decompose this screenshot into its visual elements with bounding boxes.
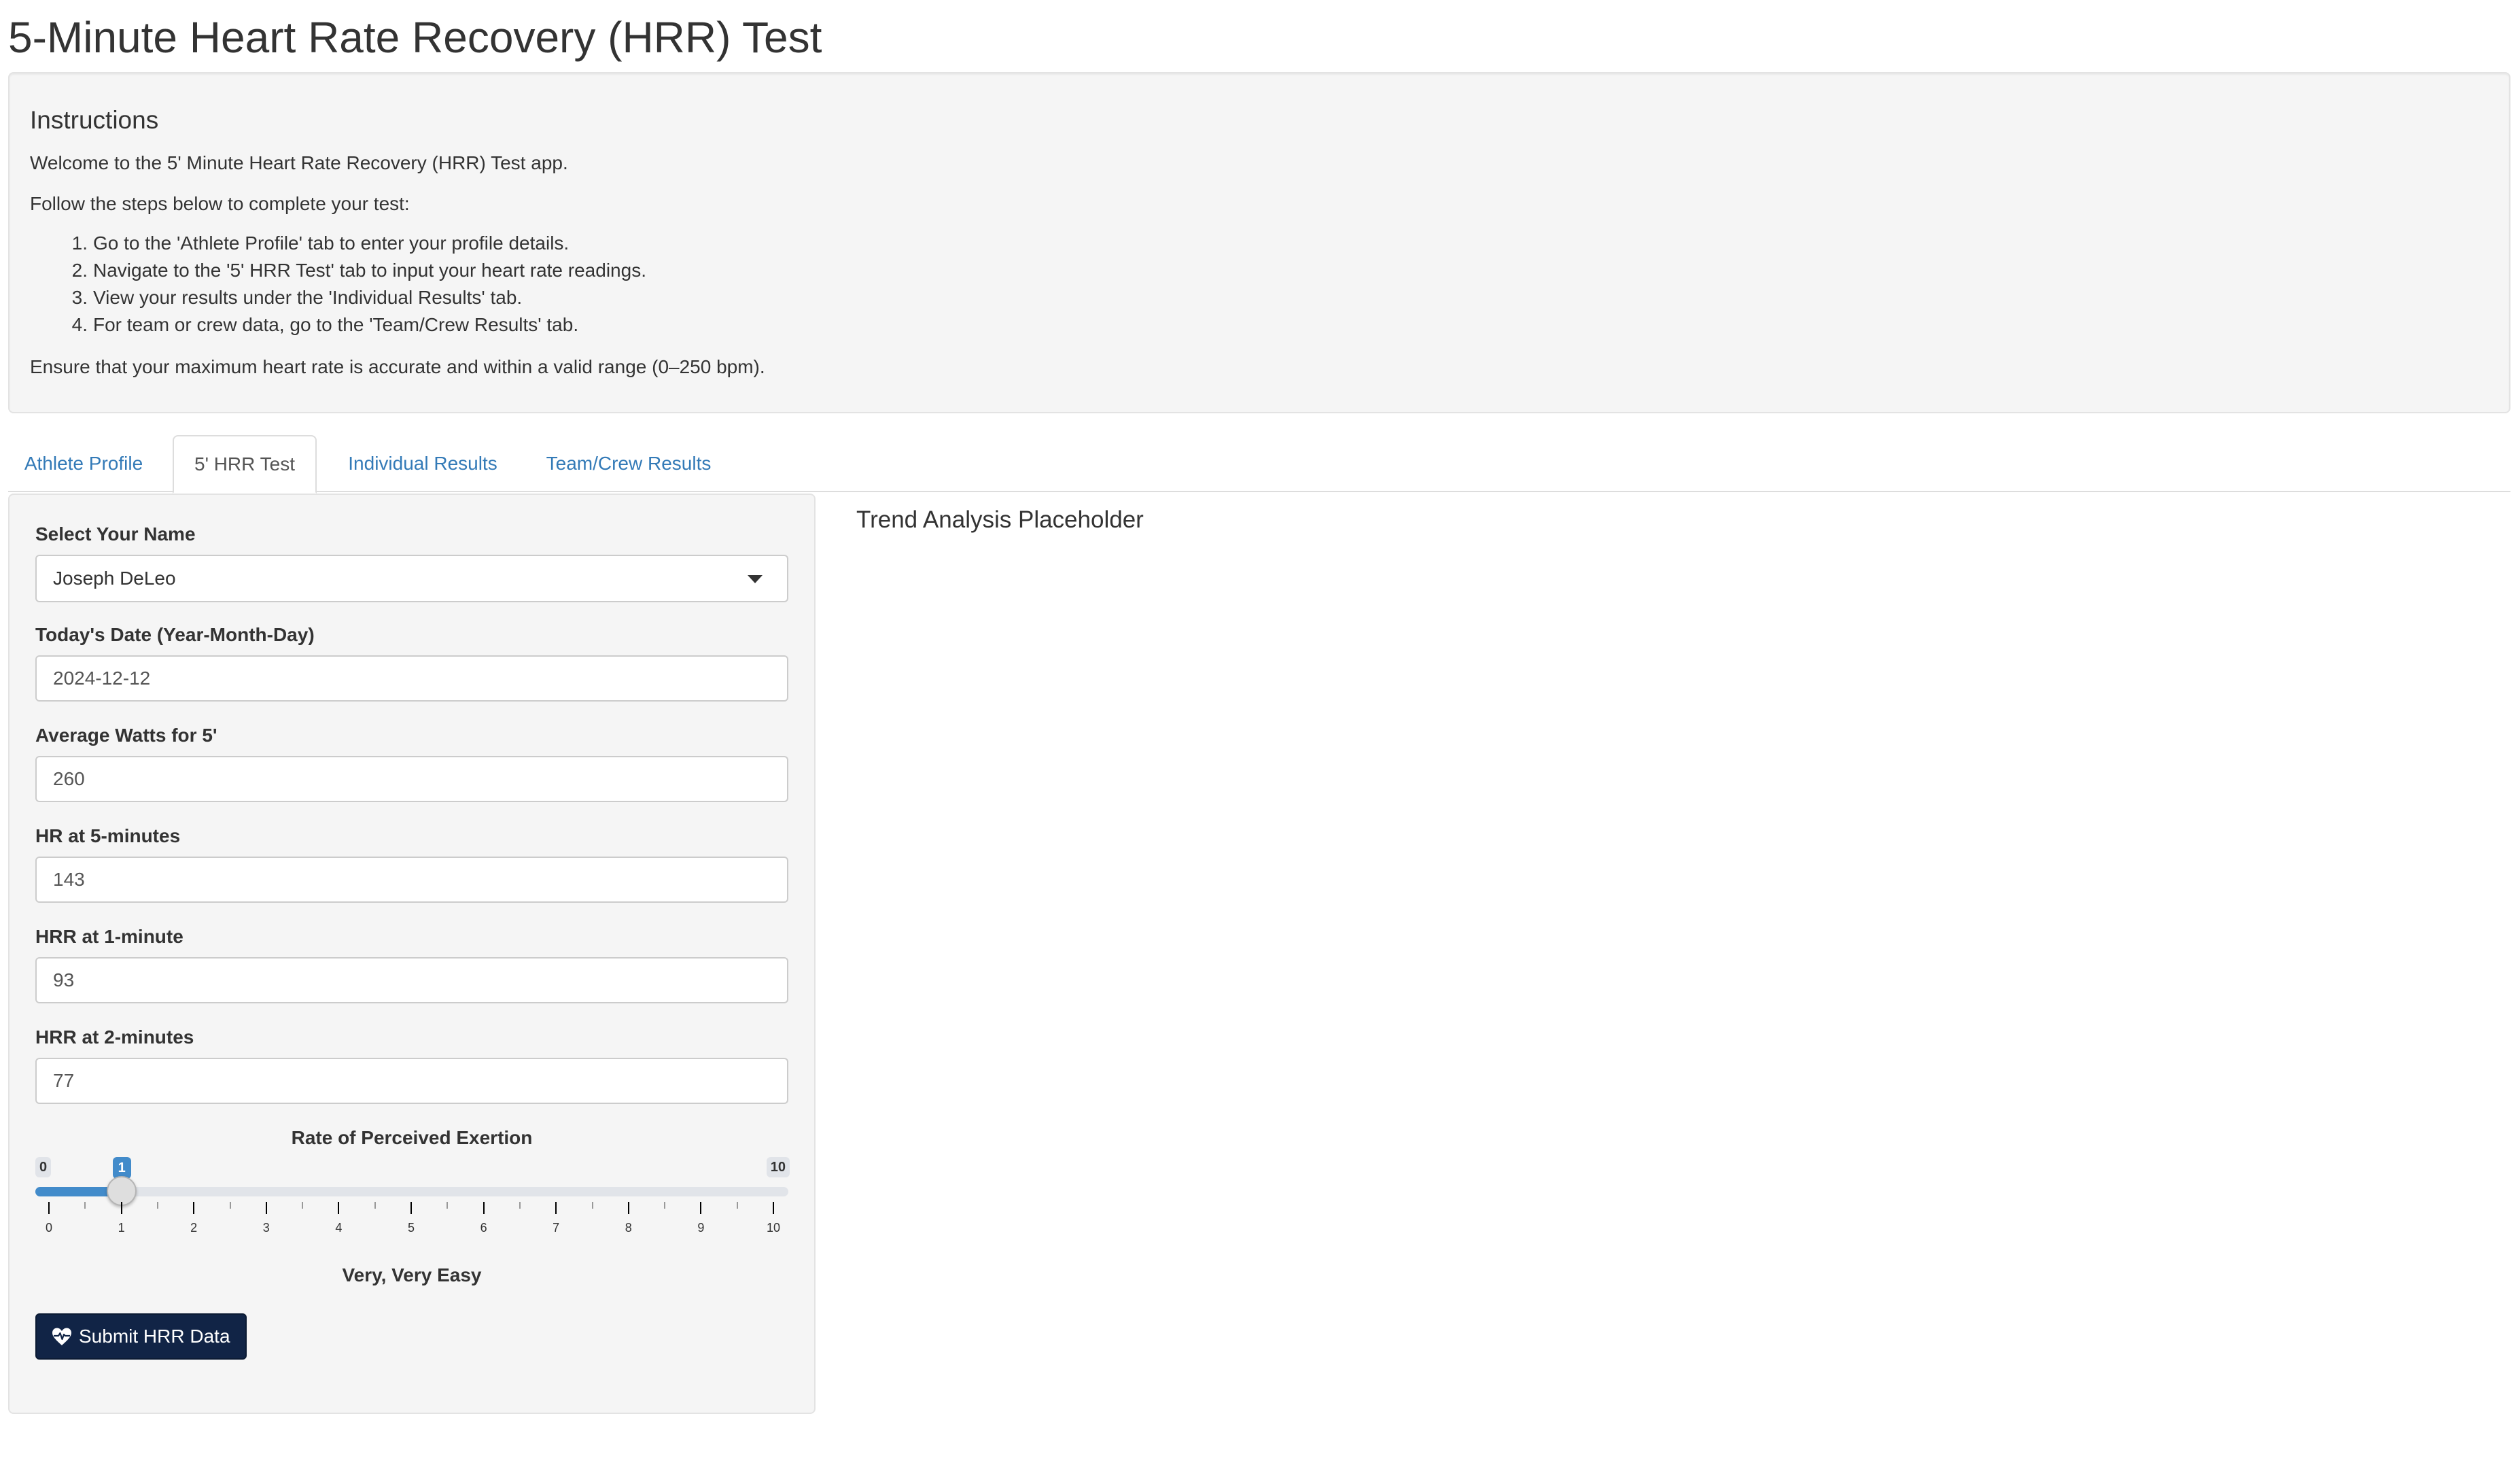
slider-minor-tick	[519, 1202, 521, 1209]
slider-major-tick	[773, 1202, 774, 1214]
instruction-step: 2. Navigate to the '5' HRR Test' tab to i…	[71, 260, 646, 281]
rpe-min-label: 0	[35, 1157, 52, 1177]
page-title: 5-Minute Heart Rate Recovery (HRR) Test	[8, 13, 822, 62]
slider-tick-label: 9	[697, 1221, 705, 1235]
slider-major-tick	[120, 1202, 122, 1214]
tab-hrr-test[interactable]: 5' HRR Test	[173, 435, 317, 494]
instruction-step: 4. For team or crew data, go to the 'Team…	[71, 314, 579, 335]
slider-major-tick	[48, 1202, 50, 1214]
slider-major-tick	[700, 1202, 702, 1214]
slider-major-tick	[483, 1202, 485, 1214]
rpe-slider-track[interactable]	[35, 1187, 788, 1196]
instructions-heading: Instructions	[30, 106, 159, 134]
submit-hrr-button[interactable]: Submit HRR Data	[35, 1313, 247, 1360]
tab-bar: Athlete Profile 5' HRR Test Individual R…	[8, 435, 2510, 494]
trend-analysis-title: Trend Analysis Placeholder	[856, 506, 1144, 533]
slider-major-tick	[193, 1202, 195, 1214]
name-select[interactable]: Joseph DeLeo	[35, 555, 788, 602]
tab-individual-results[interactable]: Individual Results	[330, 435, 515, 492]
slider-minor-tick	[84, 1202, 86, 1209]
instruction-step: 1. Go to the 'Athlete Profile' tab to ent…	[71, 232, 570, 254]
instructions-steps: 1. Go to the 'Athlete Profile' tab to ent…	[30, 230, 646, 339]
instructions-welcome: Welcome to the 5' Minute Heart Rate Reco…	[30, 152, 568, 173]
tab-team-crew-results[interactable]: Team/Crew Results	[531, 435, 726, 492]
slider-tick-label: 3	[262, 1221, 270, 1235]
slider-tick-label: 0	[45, 1221, 52, 1235]
hr5-label: HR at 5-minutes	[35, 825, 181, 846]
hrr1-label: HRR at 1-minute	[35, 926, 183, 947]
hr5-input[interactable]	[35, 857, 788, 903]
chevron-down-icon	[748, 575, 763, 583]
slider-minor-tick	[447, 1202, 449, 1209]
rpe-label: Rate of Perceived Exertion	[291, 1127, 533, 1148]
slider-tick-label: 4	[335, 1221, 343, 1235]
date-input[interactable]	[35, 655, 788, 702]
slider-minor-tick	[156, 1202, 158, 1209]
input-sidebar: Select Your Name Joseph DeLeo Today's Da…	[8, 494, 816, 1414]
slider-minor-tick	[302, 1202, 304, 1209]
slider-major-tick	[338, 1202, 340, 1214]
rpe-max-label: 10	[766, 1157, 790, 1177]
slider-major-tick	[410, 1202, 412, 1214]
slider-tick-label: 1	[118, 1221, 125, 1235]
slider-minor-tick	[664, 1202, 666, 1209]
slider-tick-label: 2	[190, 1221, 198, 1235]
submit-hrr-label: Submit HRR Data	[79, 1326, 230, 1347]
slider-tick-label: 5	[407, 1221, 415, 1235]
hrr2-input[interactable]	[35, 1058, 788, 1104]
name-select-value: Joseph DeLeo	[53, 568, 176, 589]
slider-tick-label: 10	[766, 1221, 781, 1235]
watts-label: Average Watts for 5'	[35, 725, 217, 746]
slider-minor-tick	[591, 1202, 593, 1209]
name-label: Select Your Name	[35, 523, 196, 545]
hrr1-input[interactable]	[35, 957, 788, 1003]
watts-input[interactable]	[35, 756, 788, 802]
tab-athlete-profile[interactable]: Athlete Profile	[12, 435, 155, 492]
slider-major-tick	[555, 1202, 557, 1214]
slider-tick-label: 7	[553, 1221, 560, 1235]
instructions-panel: Instructions Welcome to the 5' Minute He…	[8, 72, 2510, 413]
instruction-step: 3. View your results under the 'Individua…	[71, 287, 523, 308]
heartbeat-icon	[52, 1328, 71, 1345]
slider-major-tick	[265, 1202, 267, 1214]
slider-tick-label: 8	[625, 1221, 632, 1235]
slider-minor-tick	[229, 1202, 231, 1209]
rpe-description: Very, Very Easy	[342, 1264, 482, 1285]
slider-major-tick	[627, 1202, 629, 1214]
hrr2-label: HRR at 2-minutes	[35, 1026, 194, 1048]
slider-tick-label: 6	[480, 1221, 487, 1235]
slider-minor-tick	[736, 1202, 738, 1209]
instructions-follow: Follow the steps below to complete your …	[30, 193, 410, 214]
date-label: Today's Date (Year-Month-Day)	[35, 624, 315, 645]
slider-minor-tick	[374, 1202, 376, 1209]
instructions-note: Ensure that your maximum heart rate is a…	[30, 356, 765, 377]
